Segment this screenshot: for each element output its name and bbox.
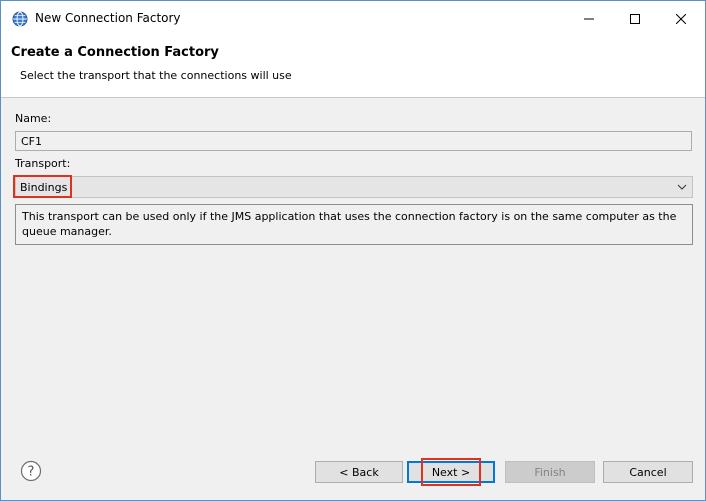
window-title: New Connection Factory <box>35 11 181 25</box>
minimize-button[interactable] <box>566 1 612 37</box>
name-field[interactable]: CF1 <box>15 131 692 151</box>
transport-select[interactable]: Bindings <box>15 176 693 198</box>
close-icon <box>676 14 686 24</box>
close-button[interactable] <box>658 1 704 37</box>
back-button[interactable]: < Back <box>315 461 403 483</box>
minimize-icon <box>584 18 594 20</box>
transport-description: This transport can be used only if the J… <box>15 204 693 245</box>
help-icon[interactable]: ? <box>20 460 42 482</box>
svg-text:?: ? <box>28 465 35 480</box>
cancel-button[interactable]: Cancel <box>603 461 693 483</box>
dialog-window: New Connection Factory Create a Connecti… <box>0 0 706 501</box>
finish-button[interactable]: Finish <box>505 461 595 483</box>
maximize-icon <box>630 14 640 24</box>
title-bar[interactable]: New Connection Factory <box>1 1 705 37</box>
page-description: Select the transport that the connection… <box>20 69 292 82</box>
maximize-button[interactable] <box>612 1 658 37</box>
wizard-banner: Create a Connection Factory Select the t… <box>1 37 705 98</box>
transport-label: Transport: <box>15 157 71 170</box>
name-label: Name: <box>15 112 52 125</box>
next-highlight <box>421 458 481 486</box>
page-title: Create a Connection Factory <box>11 45 219 60</box>
bindings-highlight <box>13 175 72 198</box>
chevron-down-icon <box>677 184 687 190</box>
globe-icon <box>12 11 28 27</box>
